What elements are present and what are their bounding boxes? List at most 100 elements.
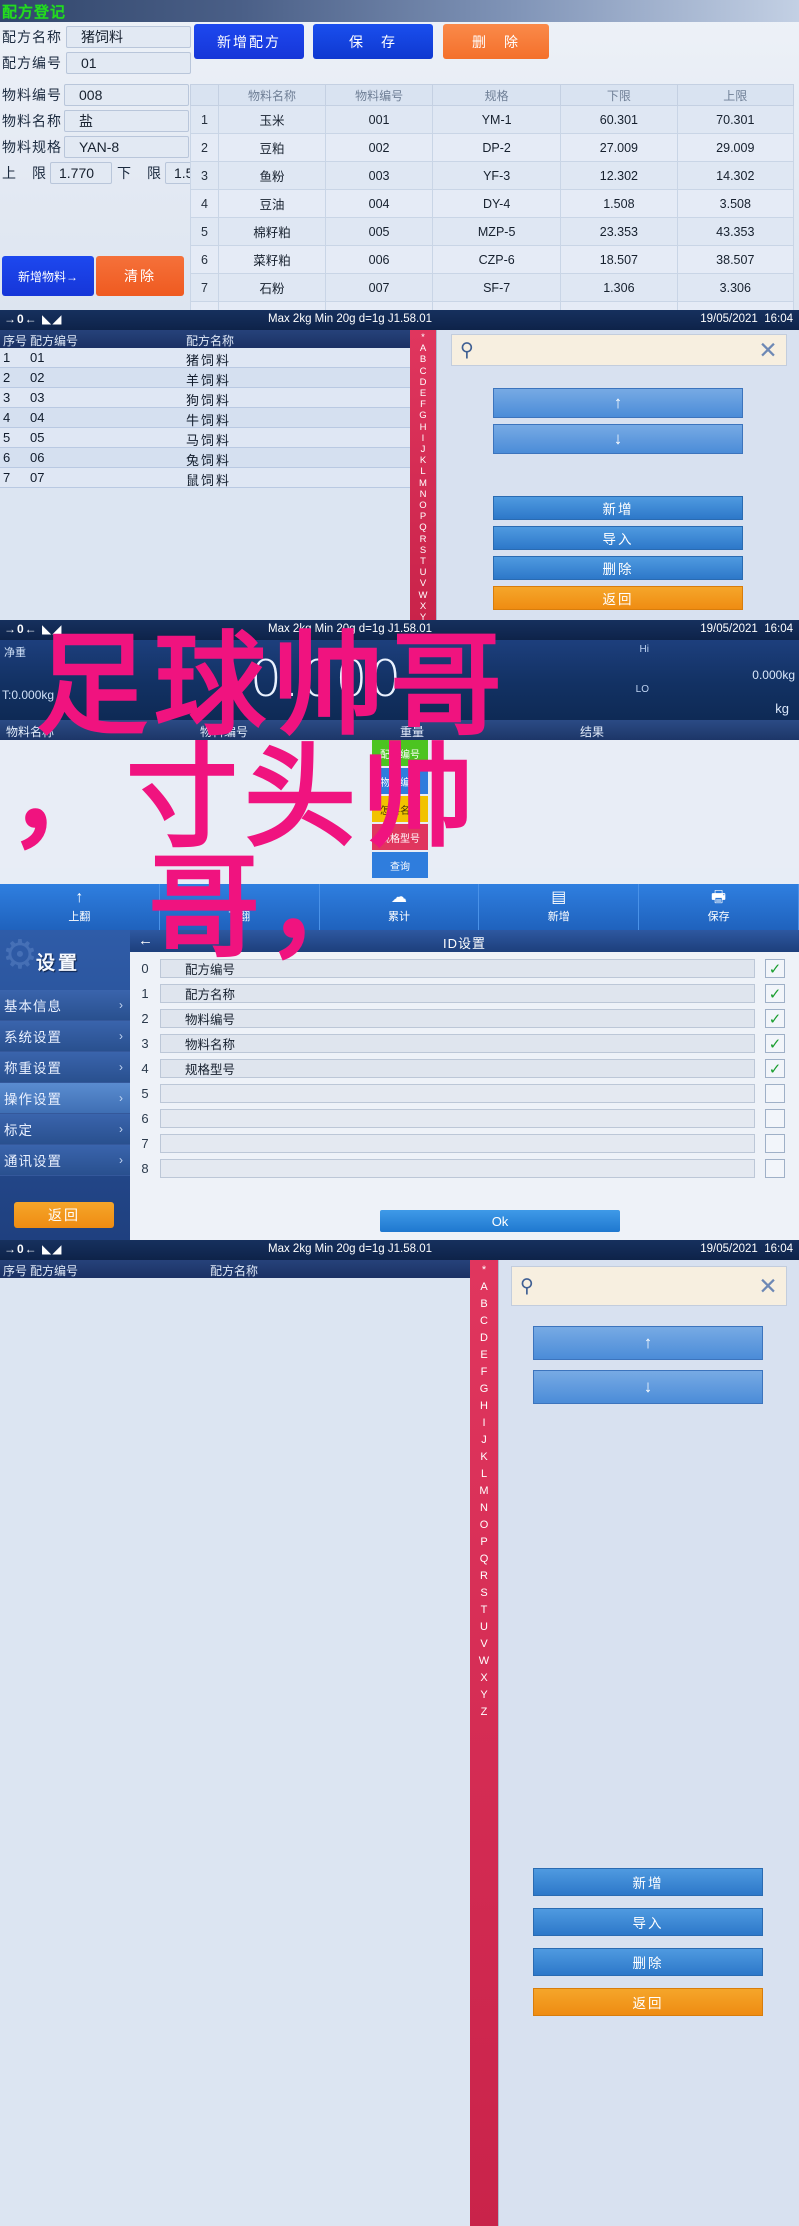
scroll-up-button-p5[interactable]: ↑ xyxy=(533,1326,763,1360)
alphabet-index-letter[interactable]: O xyxy=(410,500,436,511)
alphabet-index-letter[interactable]: N xyxy=(470,1500,498,1517)
query-button[interactable]: 查询 xyxy=(372,852,428,878)
alphabet-index-letter[interactable]: L xyxy=(470,1466,498,1483)
alphabet-index-letter[interactable]: D xyxy=(410,377,436,388)
add-button[interactable]: 新增 xyxy=(493,496,743,520)
delete-button-p2[interactable]: 删除 xyxy=(493,556,743,580)
alphabet-index-letter[interactable]: F xyxy=(470,1364,498,1381)
upper-limit-input[interactable]: 1.770 xyxy=(50,162,112,184)
alphabet-index-strip[interactable]: *ABCDEFGHIJKLMNOPQRSTUVWXYZ xyxy=(410,330,436,620)
row-checkbox[interactable]: ✓ xyxy=(765,1009,785,1028)
alphabet-index-letter[interactable]: Z xyxy=(470,1704,498,1721)
alphabet-index-letter[interactable]: R xyxy=(410,534,436,545)
alphabet-index-letter[interactable]: P xyxy=(410,511,436,522)
row-checkbox[interactable] xyxy=(765,1134,785,1153)
row-value-input[interactable]: 配方编号 xyxy=(160,959,755,978)
row-checkbox[interactable] xyxy=(765,1109,785,1128)
row-value-input[interactable]: 物料名称 xyxy=(160,1034,755,1053)
toolbar-button[interactable]: ↑ 上翻 xyxy=(0,884,160,930)
row-checkbox[interactable]: ✓ xyxy=(765,959,785,978)
search-box-p5[interactable]: ⚲ ✕ xyxy=(511,1266,787,1306)
search-box[interactable]: ⚲ ✕ xyxy=(451,334,787,366)
add-recipe-button[interactable]: 新增配方 xyxy=(194,24,304,59)
alphabet-index-letter[interactable]: M xyxy=(470,1483,498,1500)
row-checkbox[interactable]: ✓ xyxy=(765,1059,785,1078)
sidebar-item-6[interactable]: 通讯设置 › xyxy=(0,1145,130,1176)
id-setting-row[interactable]: 7 xyxy=(130,1131,799,1156)
list-item[interactable]: 5 05 马饲料 xyxy=(0,428,410,448)
row-value-input[interactable] xyxy=(160,1134,755,1153)
row-value-input[interactable] xyxy=(160,1109,755,1128)
alphabet-index-letter[interactable]: H xyxy=(470,1398,498,1415)
id-setting-row[interactable]: 8 xyxy=(130,1156,799,1181)
scroll-down-button[interactable]: ↓ xyxy=(493,424,743,454)
row-checkbox[interactable]: ✓ xyxy=(765,984,785,1003)
alphabet-index-letter[interactable]: I xyxy=(470,1415,498,1432)
id-setting-row[interactable]: 5 xyxy=(130,1081,799,1106)
close-icon-p5[interactable]: ✕ xyxy=(750,1273,786,1300)
alphabet-index-letter[interactable]: P xyxy=(470,1534,498,1551)
id-setting-row[interactable]: 2 物料编号 ✓ xyxy=(130,1006,799,1031)
import-button-p5[interactable]: 导入 xyxy=(533,1908,763,1936)
alphabet-index-letter[interactable]: I xyxy=(410,433,436,444)
delete-button-p5[interactable]: 删除 xyxy=(533,1948,763,1976)
row-value-input[interactable]: 物料编号 xyxy=(160,1009,755,1028)
alphabet-index-letter[interactable]: Q xyxy=(410,522,436,533)
sidebar-item-5[interactable]: 标定 › xyxy=(0,1114,130,1145)
clear-button[interactable]: 清除 xyxy=(96,256,184,296)
recipe-code-input[interactable]: 01 xyxy=(66,52,191,74)
alphabet-index-letter[interactable]: T xyxy=(470,1602,498,1619)
table-row[interactable]: 8盐008YAN-81.7701.550 xyxy=(190,301,795,310)
id-setting-row[interactable]: 6 xyxy=(130,1106,799,1131)
alphabet-index-letter[interactable]: Y xyxy=(470,1687,498,1704)
alphabet-index-letter[interactable]: B xyxy=(410,354,436,365)
add-button-p5[interactable]: 新增 xyxy=(533,1868,763,1896)
alphabet-index-letter[interactable]: B xyxy=(470,1296,498,1313)
alphabet-index-letter[interactable]: V xyxy=(470,1636,498,1653)
material-code-input[interactable]: 008 xyxy=(64,84,189,106)
table-row[interactable]: 5 棉籽粕 005 MZP-5 23.353 43.353 xyxy=(190,217,795,246)
alphabet-index-letter[interactable]: U xyxy=(410,567,436,578)
alphabet-index-letter[interactable]: A xyxy=(470,1279,498,1296)
scroll-down-button-p5[interactable]: ↓ xyxy=(533,1370,763,1404)
alphabet-index-letter[interactable]: J xyxy=(410,444,436,455)
filter-recipe-code-button[interactable]: 配方编号 xyxy=(372,740,428,766)
delete-button[interactable]: 删 除 xyxy=(443,24,549,59)
id-setting-row[interactable]: 1 配方名称 ✓ xyxy=(130,981,799,1006)
row-checkbox[interactable]: ✓ xyxy=(765,1034,785,1053)
sidebar-item-3[interactable]: 称重设置 › xyxy=(0,1052,130,1083)
alphabet-index-letter[interactable]: G xyxy=(470,1381,498,1398)
back-button-p2[interactable]: 返回 xyxy=(493,586,743,610)
filter-material-name-button[interactable]: 怎料名称 xyxy=(372,796,428,822)
table-row[interactable]: 6 菜籽粕 006 CZP-6 18.507 38.507 xyxy=(190,245,795,274)
toolbar-button[interactable]: ↓ 下翻 xyxy=(160,884,320,930)
alphabet-index-letter[interactable]: * xyxy=(410,332,436,343)
alphabet-index-letter[interactable]: X xyxy=(410,601,436,612)
list-item[interactable]: 2 02 羊饲料 xyxy=(0,368,410,388)
sidebar-item-2[interactable]: 系统设置 › xyxy=(0,1021,130,1052)
alphabet-index-letter[interactable]: M xyxy=(410,478,436,489)
material-name-input[interactable]: 盐 xyxy=(64,110,189,132)
row-value-input[interactable] xyxy=(160,1159,755,1178)
alphabet-index-letter[interactable]: H xyxy=(410,422,436,433)
alphabet-index-letter[interactable]: O xyxy=(470,1517,498,1534)
alphabet-index-letter[interactable]: G xyxy=(410,410,436,421)
id-setting-row[interactable]: 4 规格型号 ✓ xyxy=(130,1056,799,1081)
alphabet-index-letter[interactable]: A xyxy=(410,343,436,354)
list-item[interactable]: 7 07 鼠饲料 xyxy=(0,468,410,488)
alphabet-index-letter[interactable]: T xyxy=(410,556,436,567)
alphabet-index-letter[interactable]: W xyxy=(470,1653,498,1670)
filter-spec-button[interactable]: 规格型号 xyxy=(372,824,428,850)
alphabet-index-letter[interactable]: L xyxy=(410,466,436,477)
id-setting-row[interactable]: 0 配方编号 ✓ xyxy=(130,956,799,981)
list-item[interactable]: 6 06 兔饲料 xyxy=(0,448,410,468)
close-icon[interactable]: ✕ xyxy=(750,337,786,364)
row-checkbox[interactable] xyxy=(765,1159,785,1178)
table-row[interactable]: 4 豆油 004 DY-4 1.508 3.508 xyxy=(190,189,795,218)
list-item[interactable]: 1 01 猪饲料 xyxy=(0,348,410,368)
filter-material-code-button[interactable]: 物料编号 xyxy=(372,768,428,794)
alphabet-index-letter[interactable]: Q xyxy=(470,1551,498,1568)
alphabet-index-letter[interactable]: S xyxy=(410,545,436,556)
recipe-name-input[interactable]: 猪饲料 xyxy=(66,26,191,48)
table-row[interactable]: 7 石粉 007 SF-7 1.306 3.306 xyxy=(190,273,795,302)
